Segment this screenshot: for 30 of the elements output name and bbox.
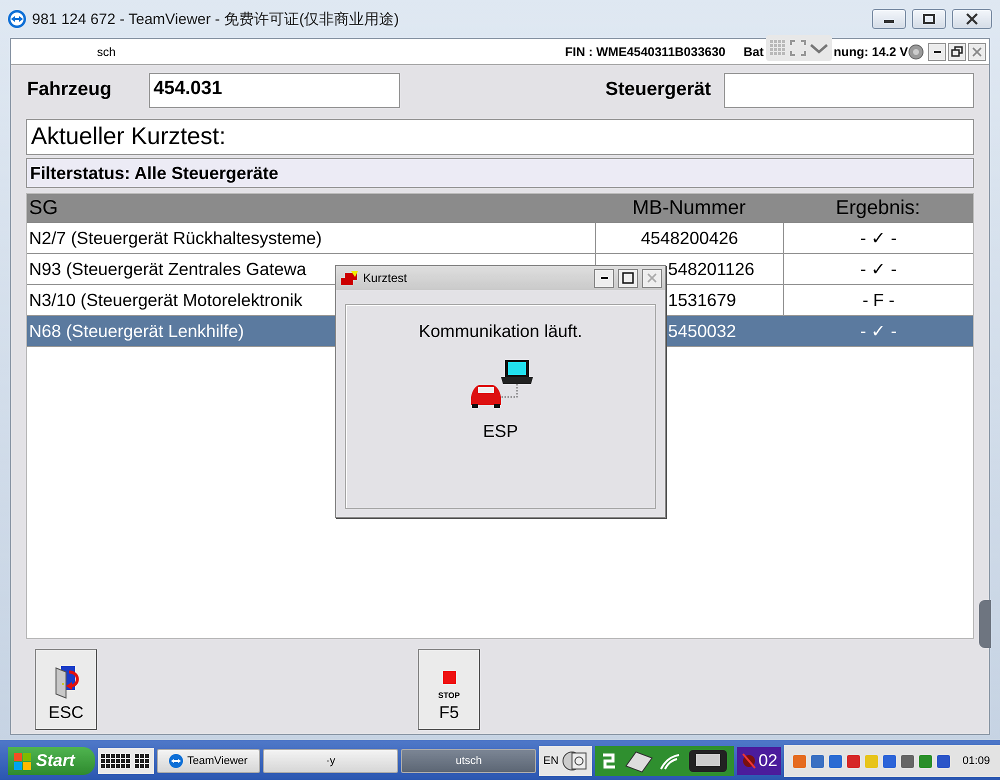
column-header: SG: [28, 197, 59, 220]
stop-caption: STOP: [438, 691, 460, 700]
status-message: Kommunikation läuft.: [418, 321, 582, 342]
result-cell: - ✓ -: [860, 320, 897, 342]
key-label: F5: [439, 703, 459, 723]
ecu-label: Steuergerät: [605, 79, 711, 101]
column-header: Ergebnis:: [834, 197, 922, 220]
table-cell: 1531679: [668, 290, 736, 310]
fin-label: FIN : WME4540311B033630: [565, 44, 726, 58]
column-header: MB-Nummer: [631, 197, 747, 220]
table-cell: N68 (Steuergerät Lenkhilfe): [29, 320, 244, 342]
dialog-title: Kurztest: [363, 271, 408, 285]
battery-label: nung: 14.2 V: [834, 44, 908, 58]
filter-status: Filterstatus: Alle Steuergeräte: [26, 158, 974, 188]
window-title: 981 124 672 - TeamViewer - 免费许可证(仅非商业用途): [32, 10, 400, 28]
table-cell: N3/10 (Steuergerät Motorelektronik: [29, 290, 302, 310]
vehicle-label: Fahrzeug: [27, 79, 112, 101]
key-label: ESC: [48, 703, 84, 723]
test-title: Aktueller Kurztest:: [26, 119, 974, 155]
table-cell: N2/7 (Steuergerät Rückhaltesysteme): [29, 228, 322, 248]
result-cell: - ✓ -: [860, 228, 897, 248]
table-cell: N93 (Steuergerät Zentrales Gatewa: [29, 258, 306, 280]
battery-label: Bat: [744, 44, 764, 58]
result-cell: - ✓ -: [860, 258, 897, 280]
table-cell: 548201126: [668, 258, 754, 280]
module-label: ESP: [482, 421, 518, 442]
table-cell: 4548200426: [640, 228, 738, 248]
table-cell: 5450032: [668, 320, 736, 342]
result-cell: - F -: [862, 290, 895, 310]
user-label: sch: [97, 44, 116, 58]
